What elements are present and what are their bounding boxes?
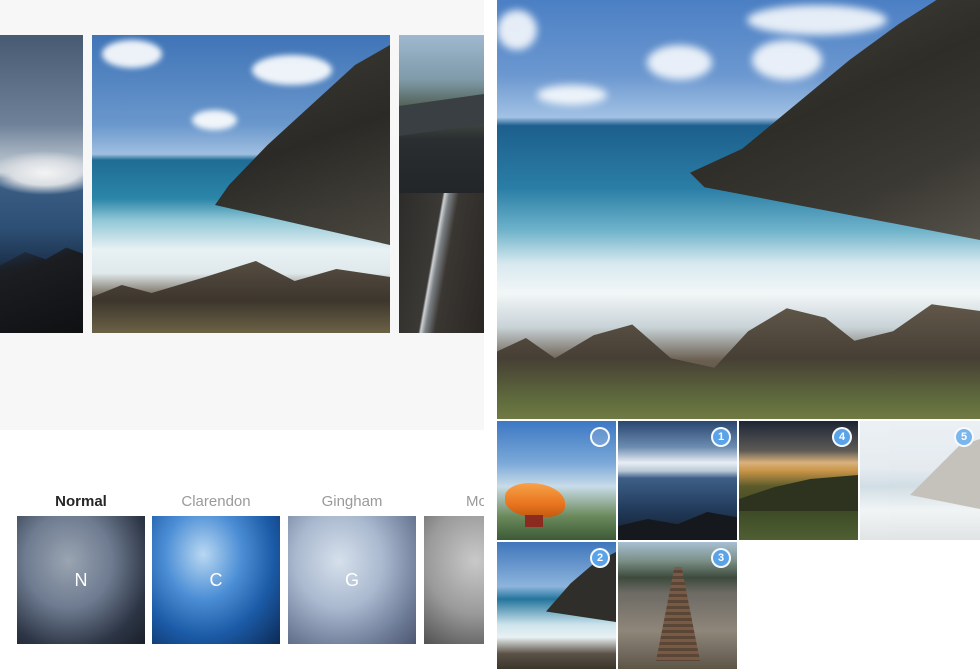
filter-letter: G [344, 569, 359, 590]
filter-gingham[interactable]: Gingham G [288, 492, 416, 644]
selection-circle[interactable] [590, 427, 610, 447]
selection-badge[interactable]: 3 [711, 548, 731, 568]
filter-thumb-normal[interactable]: N [17, 516, 145, 644]
filter-letter: N [74, 569, 88, 590]
cloud [647, 45, 712, 80]
gallery-picker-panel: 1 4 5 2 3 [497, 0, 980, 669]
filter-label: Mo [466, 493, 484, 510]
filter-label: Gingham [321, 493, 383, 510]
selection-badge[interactable]: 1 [711, 427, 731, 447]
gallery-item-train-tracks[interactable]: 3 [618, 542, 737, 669]
filter-strip: Normal N Clarendon C Gingham G Mo [0, 430, 484, 669]
filter-normal[interactable]: Normal N [17, 492, 145, 644]
selection-badge[interactable]: 5 [954, 427, 974, 447]
cloud [537, 85, 607, 105]
filter-thumb-clarendon[interactable]: C [152, 516, 280, 644]
gallery-item-shrimp-statue[interactable] [497, 421, 616, 540]
filter-moon[interactable]: Mo M [424, 492, 484, 644]
filter-clarendon[interactable]: Clarendon C [152, 492, 280, 644]
cloud [497, 10, 537, 50]
carousel-slide-coastal-rocks[interactable] [92, 35, 390, 333]
rock-cliff [690, 0, 980, 240]
cloud [752, 40, 822, 80]
foreground-rocks [497, 304, 980, 419]
gallery-grid: 1 4 5 2 3 [497, 421, 980, 669]
station-roof [399, 94, 484, 136]
gallery-item-sunset-clouds[interactable]: 1 [618, 421, 737, 540]
cloud [192, 110, 237, 130]
rock-cliff [910, 439, 980, 509]
filter-letter: C [209, 569, 223, 590]
carousel-slide-train-station[interactable] [399, 35, 484, 333]
dark-hill [618, 512, 737, 540]
rail-track [656, 567, 700, 661]
selected-photo-preview[interactable] [497, 0, 980, 419]
cloud [252, 55, 332, 85]
shrimp-statue [505, 483, 565, 517]
gallery-item-golden-hills[interactable]: 4 [739, 421, 858, 540]
screen: Normal N Clarendon C Gingham G Mo 1 4 5 … [0, 0, 980, 669]
hill-ridge [739, 475, 858, 511]
cloud [102, 40, 162, 68]
carousel-slide-cloudy-sea[interactable] [0, 35, 83, 333]
statue-base [525, 515, 543, 527]
filter-thumb-gingham[interactable]: G [288, 516, 416, 644]
station-platform [399, 193, 484, 333]
foreground-rocks [92, 261, 390, 333]
cloud [747, 5, 887, 35]
gallery-item-coastal-rocks[interactable]: 2 [497, 542, 616, 669]
photo-carousel[interactable] [0, 0, 484, 430]
filter-label: Clarendon [181, 493, 251, 510]
filter-label: Normal [55, 493, 107, 510]
selection-badge[interactable]: 2 [590, 548, 610, 568]
gallery-item-faded-coast[interactable]: 5 [860, 421, 980, 540]
filter-thumb-moon[interactable]: M [424, 516, 484, 644]
filter-editor-panel: Normal N Clarendon C Gingham G Mo [0, 0, 484, 669]
selection-badge[interactable]: 4 [832, 427, 852, 447]
